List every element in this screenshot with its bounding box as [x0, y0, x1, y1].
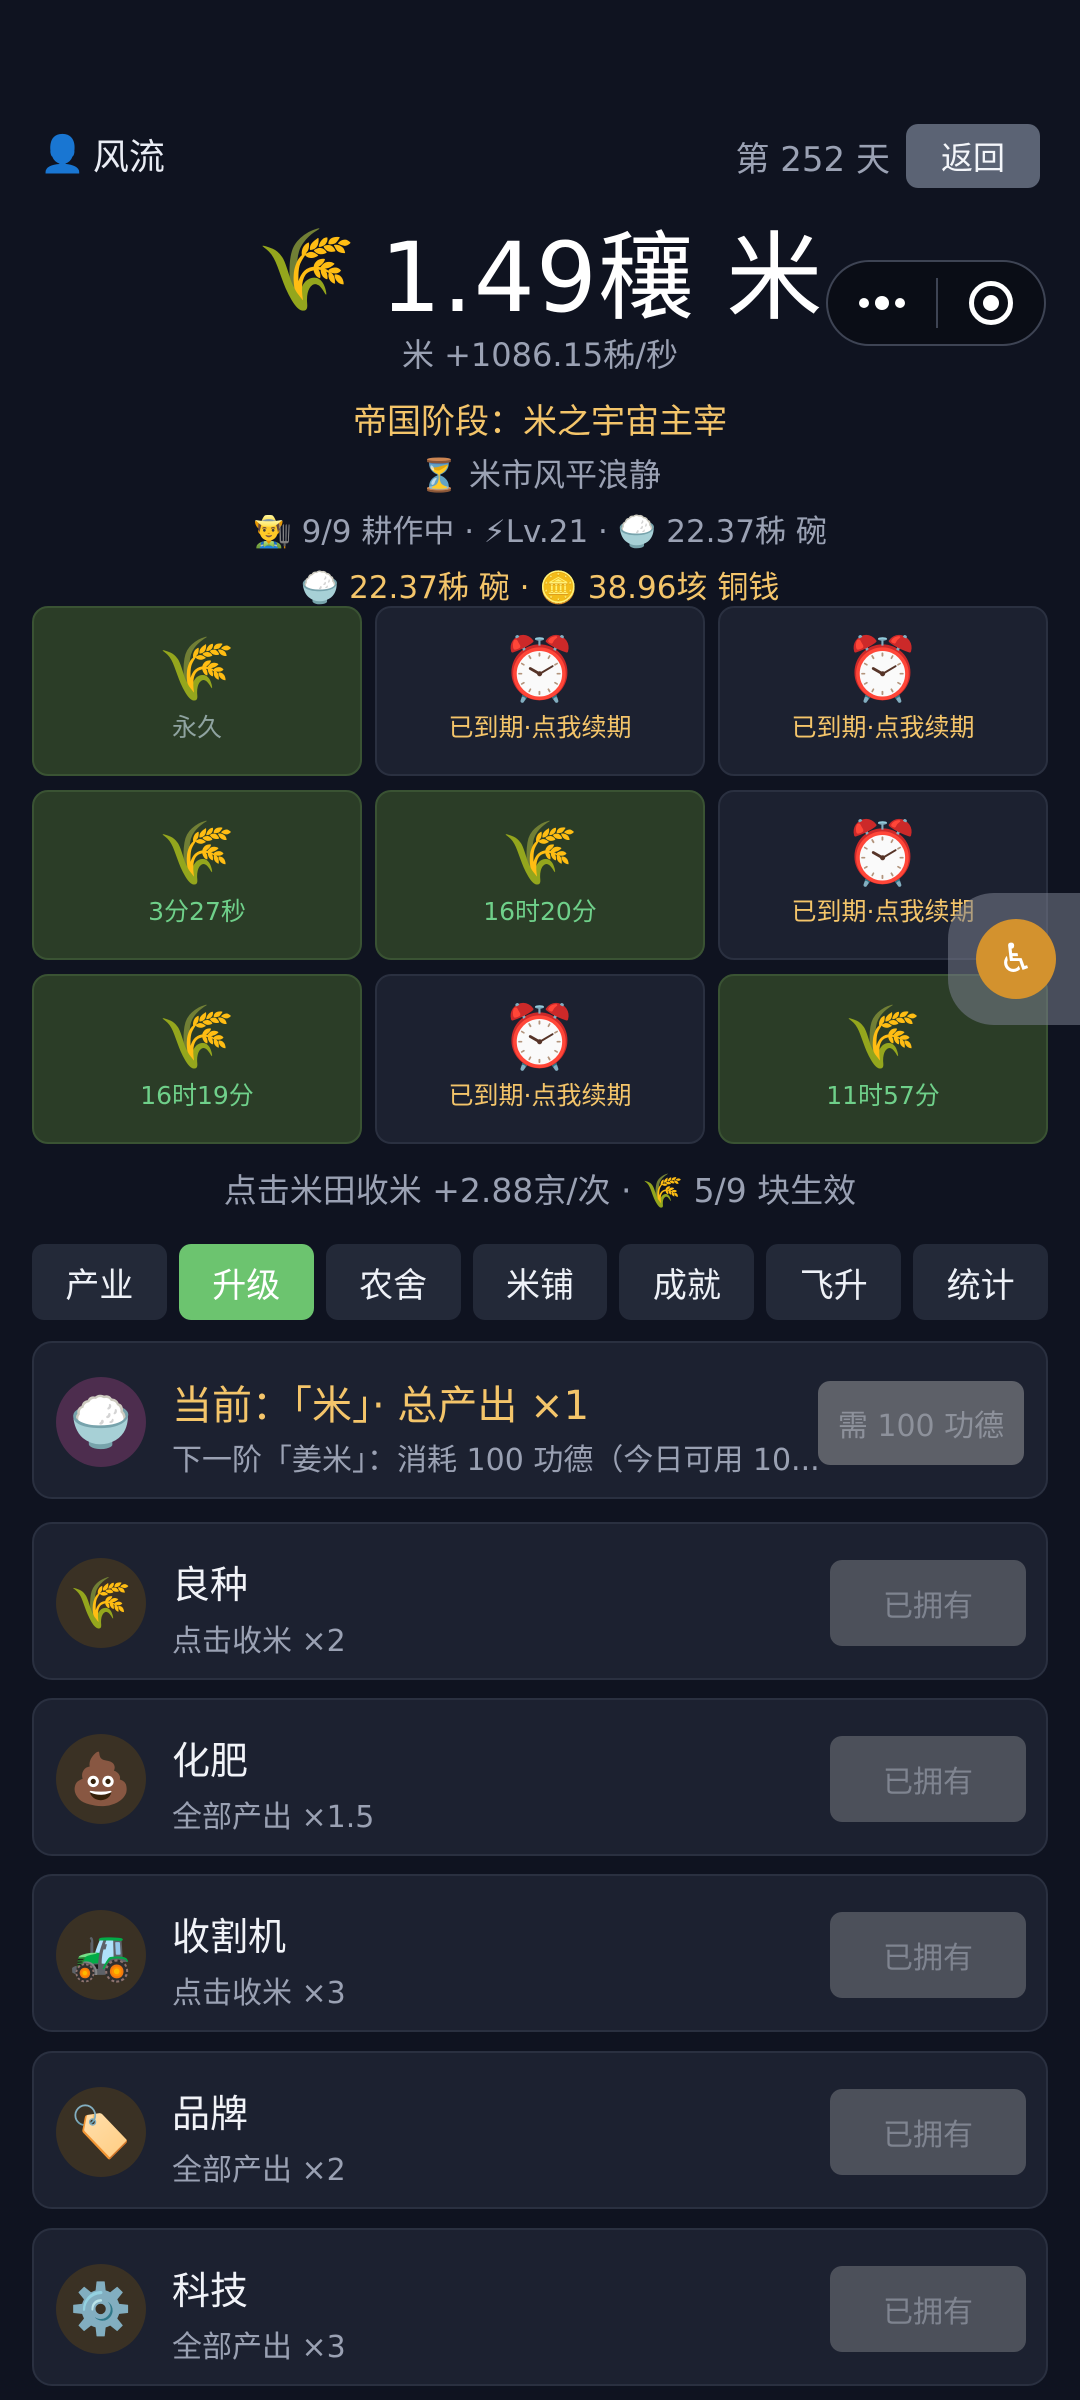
owned-button[interactable]: 已拥有: [830, 2089, 1026, 2175]
plot-label: 11时57分: [826, 1081, 940, 1110]
field-plot[interactable]: 🌾 16时19分: [32, 974, 362, 1144]
plot-icon: 🌾: [501, 816, 579, 889]
field-plot[interactable]: 🌾 永久: [32, 606, 362, 776]
tab-statistics[interactable]: 统计: [913, 1244, 1049, 1320]
field-plot[interactable]: ⏰ 已到期·点我续期: [718, 606, 1048, 776]
tab-farmhouse[interactable]: 农舍: [325, 1244, 461, 1320]
tab-achievements[interactable]: 成就: [619, 1244, 755, 1320]
upgrade-card-good-seed: 🌾 良种 点击收米 ×2 已拥有: [32, 1522, 1048, 1680]
upgrade-description: 全部产出 ×2: [172, 2153, 346, 2188]
user-icon: 👤: [40, 134, 85, 175]
upgrade-description: 点击收米 ×2: [172, 1624, 346, 1659]
accessibility-icon: ♿: [976, 919, 1056, 999]
owned-button[interactable]: 已拥有: [830, 1736, 1026, 1822]
plot-icon: 🌾: [158, 1000, 236, 1073]
tab-ascend[interactable]: 飞升: [766, 1244, 902, 1320]
field-plot[interactable]: ⏰ 已到期·点我续期: [375, 606, 705, 776]
tier-upgrade-button[interactable]: 需 100 功德: [818, 1381, 1024, 1465]
plot-icon: ⏰: [844, 632, 922, 705]
upgrade-card-harvester: 🚜 收割机 点击收米 ×3 已拥有: [32, 1874, 1048, 2032]
upgrade-card-brand: 🏷️ 品牌 全部产出 ×2 已拥有: [32, 2051, 1048, 2209]
next-tier-description: 下一阶「姜米」：消耗 100 功德（今日可用 10...: [172, 1443, 820, 1478]
plot-icon: 🌾: [158, 816, 236, 889]
production-rate: 米 +1086.15秭/秒: [401, 336, 679, 374]
plot-label: 已到期·点我续期: [791, 713, 975, 742]
rice-amount: 1.49穰 米: [380, 222, 824, 334]
plot-label: 16时20分: [483, 897, 597, 926]
current-tier-card: 🍚 当前：「米」· 总产出 ×1 下一阶「姜米」：消耗 100 功德（今日可用 …: [32, 1341, 1048, 1499]
upgrade-description: 点击收米 ×3: [172, 1976, 346, 2011]
rice-icon: 🌾: [256, 222, 357, 316]
back-button[interactable]: 返回: [906, 124, 1040, 188]
username: 风流: [92, 137, 165, 178]
plot-label: 已到期·点我续期: [448, 713, 632, 742]
tractor-icon: 🚜: [56, 1910, 146, 2000]
owned-button[interactable]: 已拥有: [830, 1912, 1026, 1998]
plot-icon: ⏰: [501, 632, 579, 705]
upgrade-name: 品牌: [172, 2092, 249, 2136]
rice-bowl-icon: 🍚: [56, 1377, 146, 1467]
upgrade-card-fertilizer: 💩 化肥 全部产出 ×1.5 已拥有: [32, 1698, 1048, 1856]
plot-label: 16时19分: [140, 1081, 254, 1110]
field-plot[interactable]: 🌾 16时20分: [375, 790, 705, 960]
upgrade-description: 全部产出 ×3: [172, 2330, 346, 2365]
plot-label: 已到期·点我续期: [791, 897, 975, 926]
market-status: ⏳ 米市风平浪静: [418, 456, 662, 494]
floating-accessibility-button[interactable]: ♿: [948, 893, 1080, 1025]
plot-icon: 🌾: [844, 1000, 922, 1073]
rice-total: 🌾 1.49穰 米: [0, 200, 1080, 339]
farm-status-line: 👨‍🌾 9/9 耕作中 · ⚡Lv.21 · 🍚 22.37秭 碗: [253, 514, 827, 550]
day-counter: 第 252 天: [735, 140, 890, 180]
current-tier-title: 当前：「米」· 总产出 ×1: [172, 1383, 590, 1429]
gear-icon: ⚙️: [56, 2264, 146, 2354]
seed-icon: 🌾: [56, 1558, 146, 1648]
plot-icon: ⏰: [844, 816, 922, 889]
harvest-hint: 点击米田收米 +2.88京/次 · 🌾 5/9 块生效: [223, 1171, 857, 1210]
fertilizer-icon: 💩: [56, 1734, 146, 1824]
tab-industry[interactable]: 产业: [32, 1244, 167, 1320]
user-profile[interactable]: 👤 风流: [40, 128, 165, 180]
plot-icon: 🌾: [158, 632, 236, 705]
wallet-line: 🍚 22.37秭 碗 · 🪙 38.96垓 铜钱: [300, 570, 780, 606]
upgrade-card-technology: ⚙️ 科技 全部产出 ×3 已拥有: [32, 2228, 1048, 2386]
plot-label: 已到期·点我续期: [448, 1081, 632, 1110]
tag-icon: 🏷️: [56, 2087, 146, 2177]
field-plot[interactable]: ⏰ 已到期·点我续期: [375, 974, 705, 1144]
upgrade-name: 科技: [172, 2269, 249, 2313]
plot-icon: ⏰: [501, 1000, 579, 1073]
rice-field-grid: 🌾 永久 ⏰ 已到期·点我续期 ⏰ 已到期·点我续期 🌾 3分27秒 🌾 16时20分 ⏰…: [32, 606, 1048, 1144]
owned-button[interactable]: 已拥有: [830, 1560, 1026, 1646]
upgrade-name: 化肥: [172, 1739, 249, 1783]
upgrade-name: 收割机: [172, 1915, 287, 1959]
plot-label: 3分27秒: [148, 897, 246, 926]
upgrade-description: 全部产出 ×1.5: [172, 1800, 375, 1835]
tab-upgrade[interactable]: 升级: [178, 1244, 314, 1320]
empire-stage: 帝国阶段：米之宇宙主宰: [353, 402, 727, 442]
tab-rice-shop[interactable]: 米铺: [472, 1244, 608, 1320]
section-tabs: 产业 升级 农舍 米铺 成就 飞升 统计: [32, 1244, 1049, 1320]
owned-button[interactable]: 已拥有: [830, 2266, 1026, 2352]
upgrade-name: 良种: [172, 1563, 249, 1607]
field-plot[interactable]: 🌾 3分27秒: [32, 790, 362, 960]
plot-label: 永久: [171, 713, 222, 742]
